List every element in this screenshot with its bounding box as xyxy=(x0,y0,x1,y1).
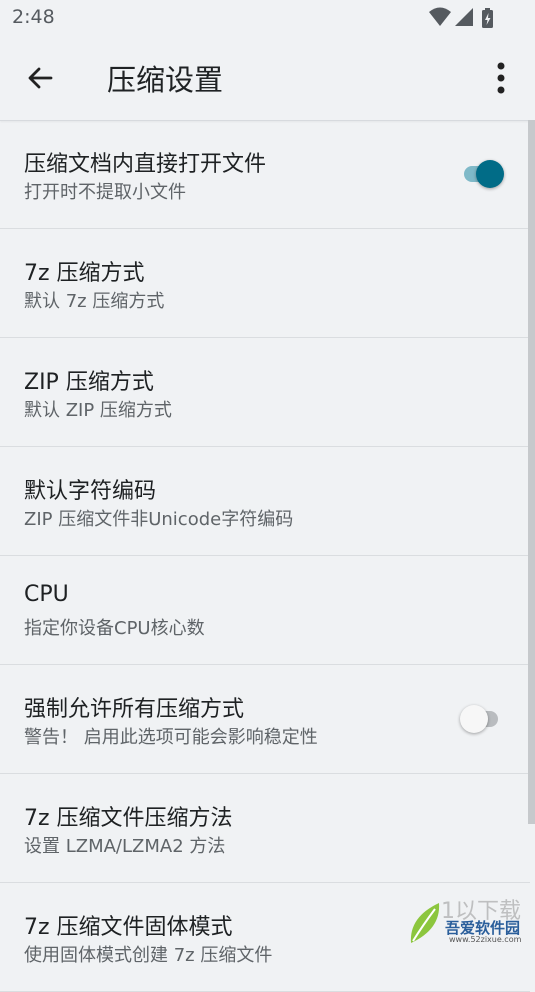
signal-icon xyxy=(455,8,473,26)
setting-title: 压缩文档内直接打开文件 xyxy=(24,152,267,177)
more-vert-icon xyxy=(497,62,505,94)
setting-subtitle: 警告！ 启用此选项可能会影响稳定性 xyxy=(24,727,318,748)
setting-default-charset[interactable]: 默认字符编码 ZIP 压缩文件非Unicode字符编码 xyxy=(0,447,530,556)
force-all-modes-toggle[interactable] xyxy=(460,703,506,735)
setting-subtitle: 使用固体模式创建 7z 压缩文件 xyxy=(24,945,273,966)
setting-zip-compression-mode[interactable]: ZIP 压缩方式 默认 ZIP 压缩方式 xyxy=(0,338,530,447)
setting-title: 默认字符编码 xyxy=(24,479,157,504)
arrow-left-icon xyxy=(28,67,53,89)
setting-title: 7z 压缩文件固体模式 xyxy=(24,915,233,940)
toggle-thumb xyxy=(476,160,504,188)
page-title: 压缩设置 xyxy=(107,63,224,97)
battery-icon xyxy=(482,8,493,28)
setting-force-all-modes[interactable]: 强制允许所有压缩方式 警告！ 启用此选项可能会影响稳定性 xyxy=(0,665,530,774)
leaf-logo-icon xyxy=(410,903,440,943)
more-options-button[interactable] xyxy=(477,54,525,102)
setting-subtitle: 打开时不提取小文件 xyxy=(24,182,186,203)
wifi-icon xyxy=(429,7,451,26)
status-bar: 2:48 xyxy=(0,0,535,36)
app-bar: 压缩设置 xyxy=(0,36,535,121)
setting-subtitle: 默认 7z 压缩方式 xyxy=(24,291,165,312)
scrollbar[interactable] xyxy=(528,120,535,824)
setting-cpu[interactable]: CPU 指定你设备CPU核心数 xyxy=(0,556,530,665)
setting-7z-method[interactable]: 7z 压缩文件压缩方法 设置 LZMA/LZMA2 方法 xyxy=(0,774,530,883)
open-in-archive-toggle[interactable] xyxy=(460,158,506,190)
watermark-url: www.52zixue.com xyxy=(449,935,522,944)
setting-title: ZIP 压缩方式 xyxy=(24,370,154,395)
setting-open-in-archive[interactable]: 压缩文档内直接打开文件 打开时不提取小文件 xyxy=(0,120,530,229)
setting-subtitle: 默认 ZIP 压缩方式 xyxy=(24,400,172,421)
setting-title: CPU xyxy=(24,582,69,607)
setting-subtitle: ZIP 压缩文件非Unicode字符编码 xyxy=(24,509,294,530)
status-icons xyxy=(429,7,497,29)
setting-title: 7z 压缩方式 xyxy=(24,261,145,286)
back-button[interactable] xyxy=(16,54,64,102)
setting-subtitle: 设置 LZMA/LZMA2 方法 xyxy=(24,836,226,857)
status-time: 2:48 xyxy=(12,6,55,28)
watermark: 1以下载 吾爱软件园 www.52zixue.com xyxy=(405,893,531,949)
toggle-thumb xyxy=(460,705,488,733)
settings-list: 压缩文档内直接打开文件 打开时不提取小文件 7z 压缩方式 默认 7z 压缩方式… xyxy=(0,120,530,992)
setting-7z-compression-mode[interactable]: 7z 压缩方式 默认 7z 压缩方式 xyxy=(0,229,530,338)
setting-title: 7z 压缩文件压缩方法 xyxy=(24,806,233,831)
setting-subtitle: 指定你设备CPU核心数 xyxy=(24,618,205,639)
setting-title: 强制允许所有压缩方式 xyxy=(24,697,245,722)
